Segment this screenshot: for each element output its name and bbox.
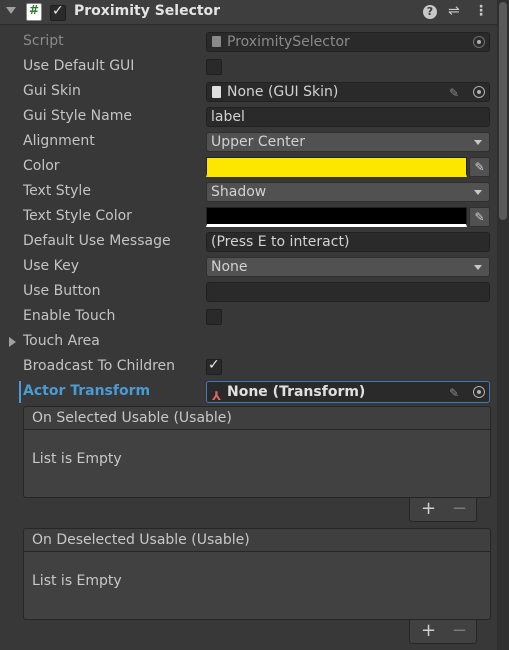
broadcast-to-children-checkbox[interactable]	[206, 357, 222, 375]
focus-indicator	[19, 381, 21, 403]
transform-icon: ⅄	[212, 389, 222, 403]
gui-style-name-label: Gui Style Name	[23, 108, 132, 124]
on-selected-usable-footer: + −	[409, 498, 477, 522]
use-key-dropdown[interactable]: None	[206, 257, 490, 277]
presets-icon[interactable]: ⇌	[448, 3, 460, 19]
component-enabled-checkbox[interactable]	[50, 3, 66, 21]
script-value: ProximitySelector	[227, 34, 350, 50]
use-key-label: Use Key	[23, 258, 79, 274]
remove-icon[interactable]: −	[452, 498, 467, 520]
alignment-label: Alignment	[23, 133, 95, 149]
eyedropper-icon[interactable]: ✎	[469, 157, 490, 177]
text-style-value: Shadow	[211, 184, 267, 200]
add-icon[interactable]: +	[421, 498, 436, 520]
use-button-label: Use Button	[23, 283, 101, 299]
file-icon	[212, 86, 221, 98]
touch-area-foldout-icon[interactable]	[9, 337, 16, 347]
text-style-label: Text Style	[23, 183, 91, 199]
script-file-icon	[212, 36, 221, 47]
actor-transform-value: None (Transform)	[227, 384, 366, 400]
on-deselected-usable-list: List is Empty	[23, 552, 491, 620]
default-use-message-label: Default Use Message	[23, 233, 171, 249]
on-selected-usable-header: On Selected Usable (Usable)	[23, 406, 491, 430]
touch-area-label[interactable]: Touch Area	[23, 333, 100, 349]
default-use-message-input[interactable]: (Press E to interact)	[206, 232, 490, 252]
enable-touch-label: Enable Touch	[23, 308, 116, 324]
alignment-dropdown[interactable]: Upper Center	[206, 132, 490, 152]
script-label: Script	[23, 33, 64, 49]
remove-icon[interactable]: −	[452, 620, 467, 642]
on-deselected-usable-footer: + −	[409, 620, 477, 644]
actor-transform-field[interactable]: ⅄ None (Transform) ✎	[206, 381, 490, 403]
script-component-icon	[26, 3, 42, 21]
on-selected-usable-list: List is Empty	[23, 430, 491, 498]
object-picker-icon[interactable]	[473, 86, 485, 98]
component-title: Proximity Selector	[74, 3, 221, 19]
object-picker-icon[interactable]	[473, 386, 485, 398]
foldout-arrow-icon[interactable]	[6, 7, 16, 14]
use-default-gui-label: Use Default GUI	[23, 58, 135, 74]
actor-transform-label: Actor Transform	[23, 383, 151, 399]
gui-style-name-input[interactable]: label	[206, 107, 490, 127]
gui-skin-field[interactable]: None (GUI Skin) ✎	[206, 82, 490, 102]
help-icon[interactable]: ?	[423, 5, 437, 19]
scrollbar-thumb[interactable]	[499, 2, 507, 220]
gui-skin-label: Gui Skin	[23, 83, 81, 99]
color-swatch[interactable]	[206, 157, 467, 177]
broadcast-to-children-label: Broadcast To Children	[23, 358, 176, 374]
text-style-dropdown[interactable]: Shadow	[206, 182, 490, 202]
enable-touch-checkbox[interactable]	[206, 309, 222, 325]
alignment-value: Upper Center	[211, 134, 305, 150]
edit-pencil-icon[interactable]: ✎	[449, 84, 459, 102]
color-label: Color	[23, 158, 60, 174]
menu-icon[interactable]: ⋮	[474, 3, 488, 19]
gui-skin-value: None (GUI Skin)	[227, 84, 339, 100]
on-deselected-usable-header: On Deselected Usable (Usable)	[23, 528, 491, 552]
add-icon[interactable]: +	[421, 620, 436, 642]
edit-pencil-icon[interactable]: ✎	[449, 383, 459, 403]
eyedropper-icon[interactable]: ✎	[469, 207, 490, 227]
text-style-color-label: Text Style Color	[23, 208, 132, 224]
script-field: ProximitySelector	[206, 32, 490, 52]
text-style-color-swatch[interactable]	[206, 207, 467, 227]
use-default-gui-checkbox[interactable]	[206, 59, 222, 75]
object-picker-icon	[473, 36, 485, 48]
use-key-value: None	[211, 259, 248, 275]
use-button-input[interactable]	[206, 282, 490, 302]
